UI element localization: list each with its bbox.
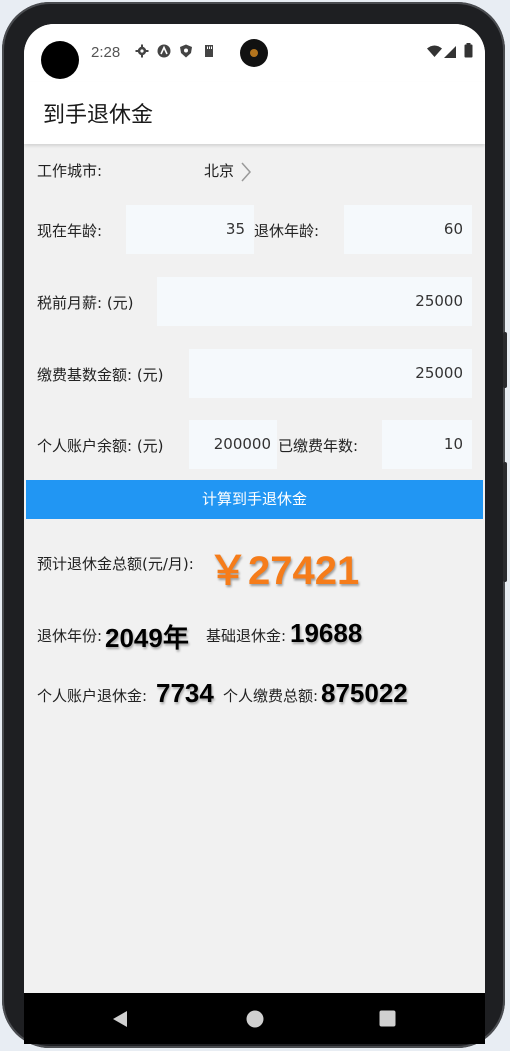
retire-year-value: 2049年 <box>105 623 189 653</box>
total-label: 预计退休金总额(元/月): <box>37 555 194 573</box>
power-button <box>503 462 507 582</box>
app-bar: 到手退休金 <box>24 82 485 144</box>
paid-years-input[interactable]: 10 <box>382 420 472 469</box>
paid-total-value: 875022 <box>321 678 408 708</box>
status-time: 2:28 <box>91 44 121 61</box>
retire-age-input[interactable]: 60 <box>344 205 472 254</box>
sd-card-icon <box>205 45 213 57</box>
paid-total-label: 个人缴费总额: <box>223 687 319 705</box>
base-label: 缴费基数金额: (元) <box>37 366 164 384</box>
shield-icon <box>180 44 192 58</box>
screen: 2:28 到手退休金 工作城市: 北京 现在年龄: 35 退休年龄: 60 税前… <box>24 24 485 1044</box>
total-value: ￥27421 <box>208 549 360 593</box>
volume-button <box>503 332 507 388</box>
camera-cutout <box>41 41 79 79</box>
page-title: 到手退休金 <box>43 103 154 128</box>
account-label: 个人账户余额: (元) <box>37 437 164 455</box>
city-selector[interactable]: 北京 <box>204 160 252 182</box>
retire-year-label: 退休年份: <box>37 627 103 645</box>
retire-age-label: 退休年龄: <box>254 222 320 240</box>
city-value: 北京 <box>204 162 235 180</box>
status-bar: 2:28 <box>24 24 485 82</box>
basic-value: 19688 <box>290 618 363 648</box>
personal-label: 个人账户退休金: <box>37 687 148 705</box>
paid-years-label: 已缴费年数: <box>278 437 359 455</box>
calculate-button[interactable]: 计算到手退休金 <box>26 480 483 519</box>
salary-label: 税前月薪: (元) <box>37 294 134 312</box>
base-input[interactable]: 25000 <box>189 349 472 398</box>
battery-icon <box>464 43 473 58</box>
recents-icon[interactable] <box>379 1010 396 1027</box>
screen-record-icon <box>240 39 268 67</box>
salary-input[interactable]: 25000 <box>157 277 472 326</box>
basic-label: 基础退休金: <box>206 627 287 645</box>
settings-icon <box>135 44 149 58</box>
age-label: 现在年龄: <box>37 222 103 240</box>
city-label: 工作城市: <box>37 162 103 180</box>
account-input[interactable]: 200000 <box>189 420 277 469</box>
home-icon[interactable] <box>246 1010 264 1028</box>
back-icon[interactable] <box>112 1010 128 1028</box>
personal-value: 7734 <box>156 678 214 708</box>
chevron-right-icon <box>241 162 252 182</box>
signal-icon <box>444 46 456 58</box>
age-input[interactable]: 35 <box>126 205 254 254</box>
assistant-icon <box>157 44 171 58</box>
wifi-icon <box>427 45 442 57</box>
navigation-bar <box>24 993 485 1044</box>
